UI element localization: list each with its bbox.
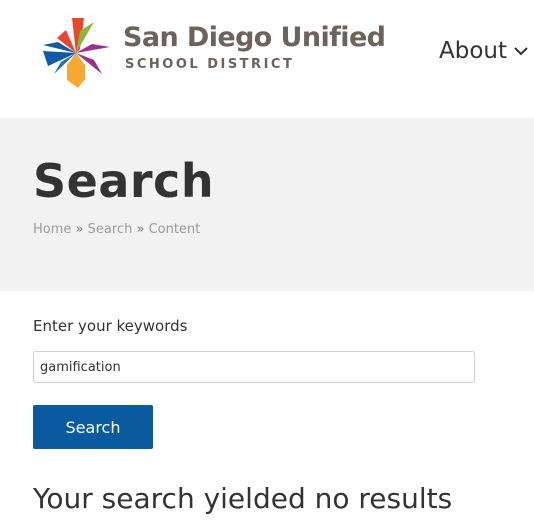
nav-about-label: About [439,38,508,64]
page: San Diego Unified SCHOOL DISTRICT About … [0,0,534,527]
keywords-label: Enter your keywords [33,317,188,335]
chevron-down-icon [514,47,528,56]
breadcrumb-separator: » [136,222,145,237]
nav-about-menu[interactable]: About [439,36,529,66]
brand-name[interactable]: San Diego Unified [123,22,386,53]
breadcrumb-separator: » [75,222,84,237]
breadcrumb-search-link[interactable]: Search [88,222,133,237]
page-banner: Search Home » Search » Content [0,118,534,291]
breadcrumb: Home » Search » Content [33,222,200,237]
site-header: San Diego Unified SCHOOL DISTRICT About [0,0,534,118]
page-title: Search [33,154,215,208]
keywords-input[interactable] [33,351,475,383]
brand-subtitle[interactable]: SCHOOL DISTRICT [125,57,294,72]
breadcrumb-home-link[interactable]: Home [33,222,71,237]
breadcrumb-content-link[interactable]: Content [149,222,201,237]
star-logo-icon[interactable] [36,18,116,88]
no-results-message: Your search yielded no results [33,482,453,515]
search-button[interactable]: Search [33,405,153,449]
